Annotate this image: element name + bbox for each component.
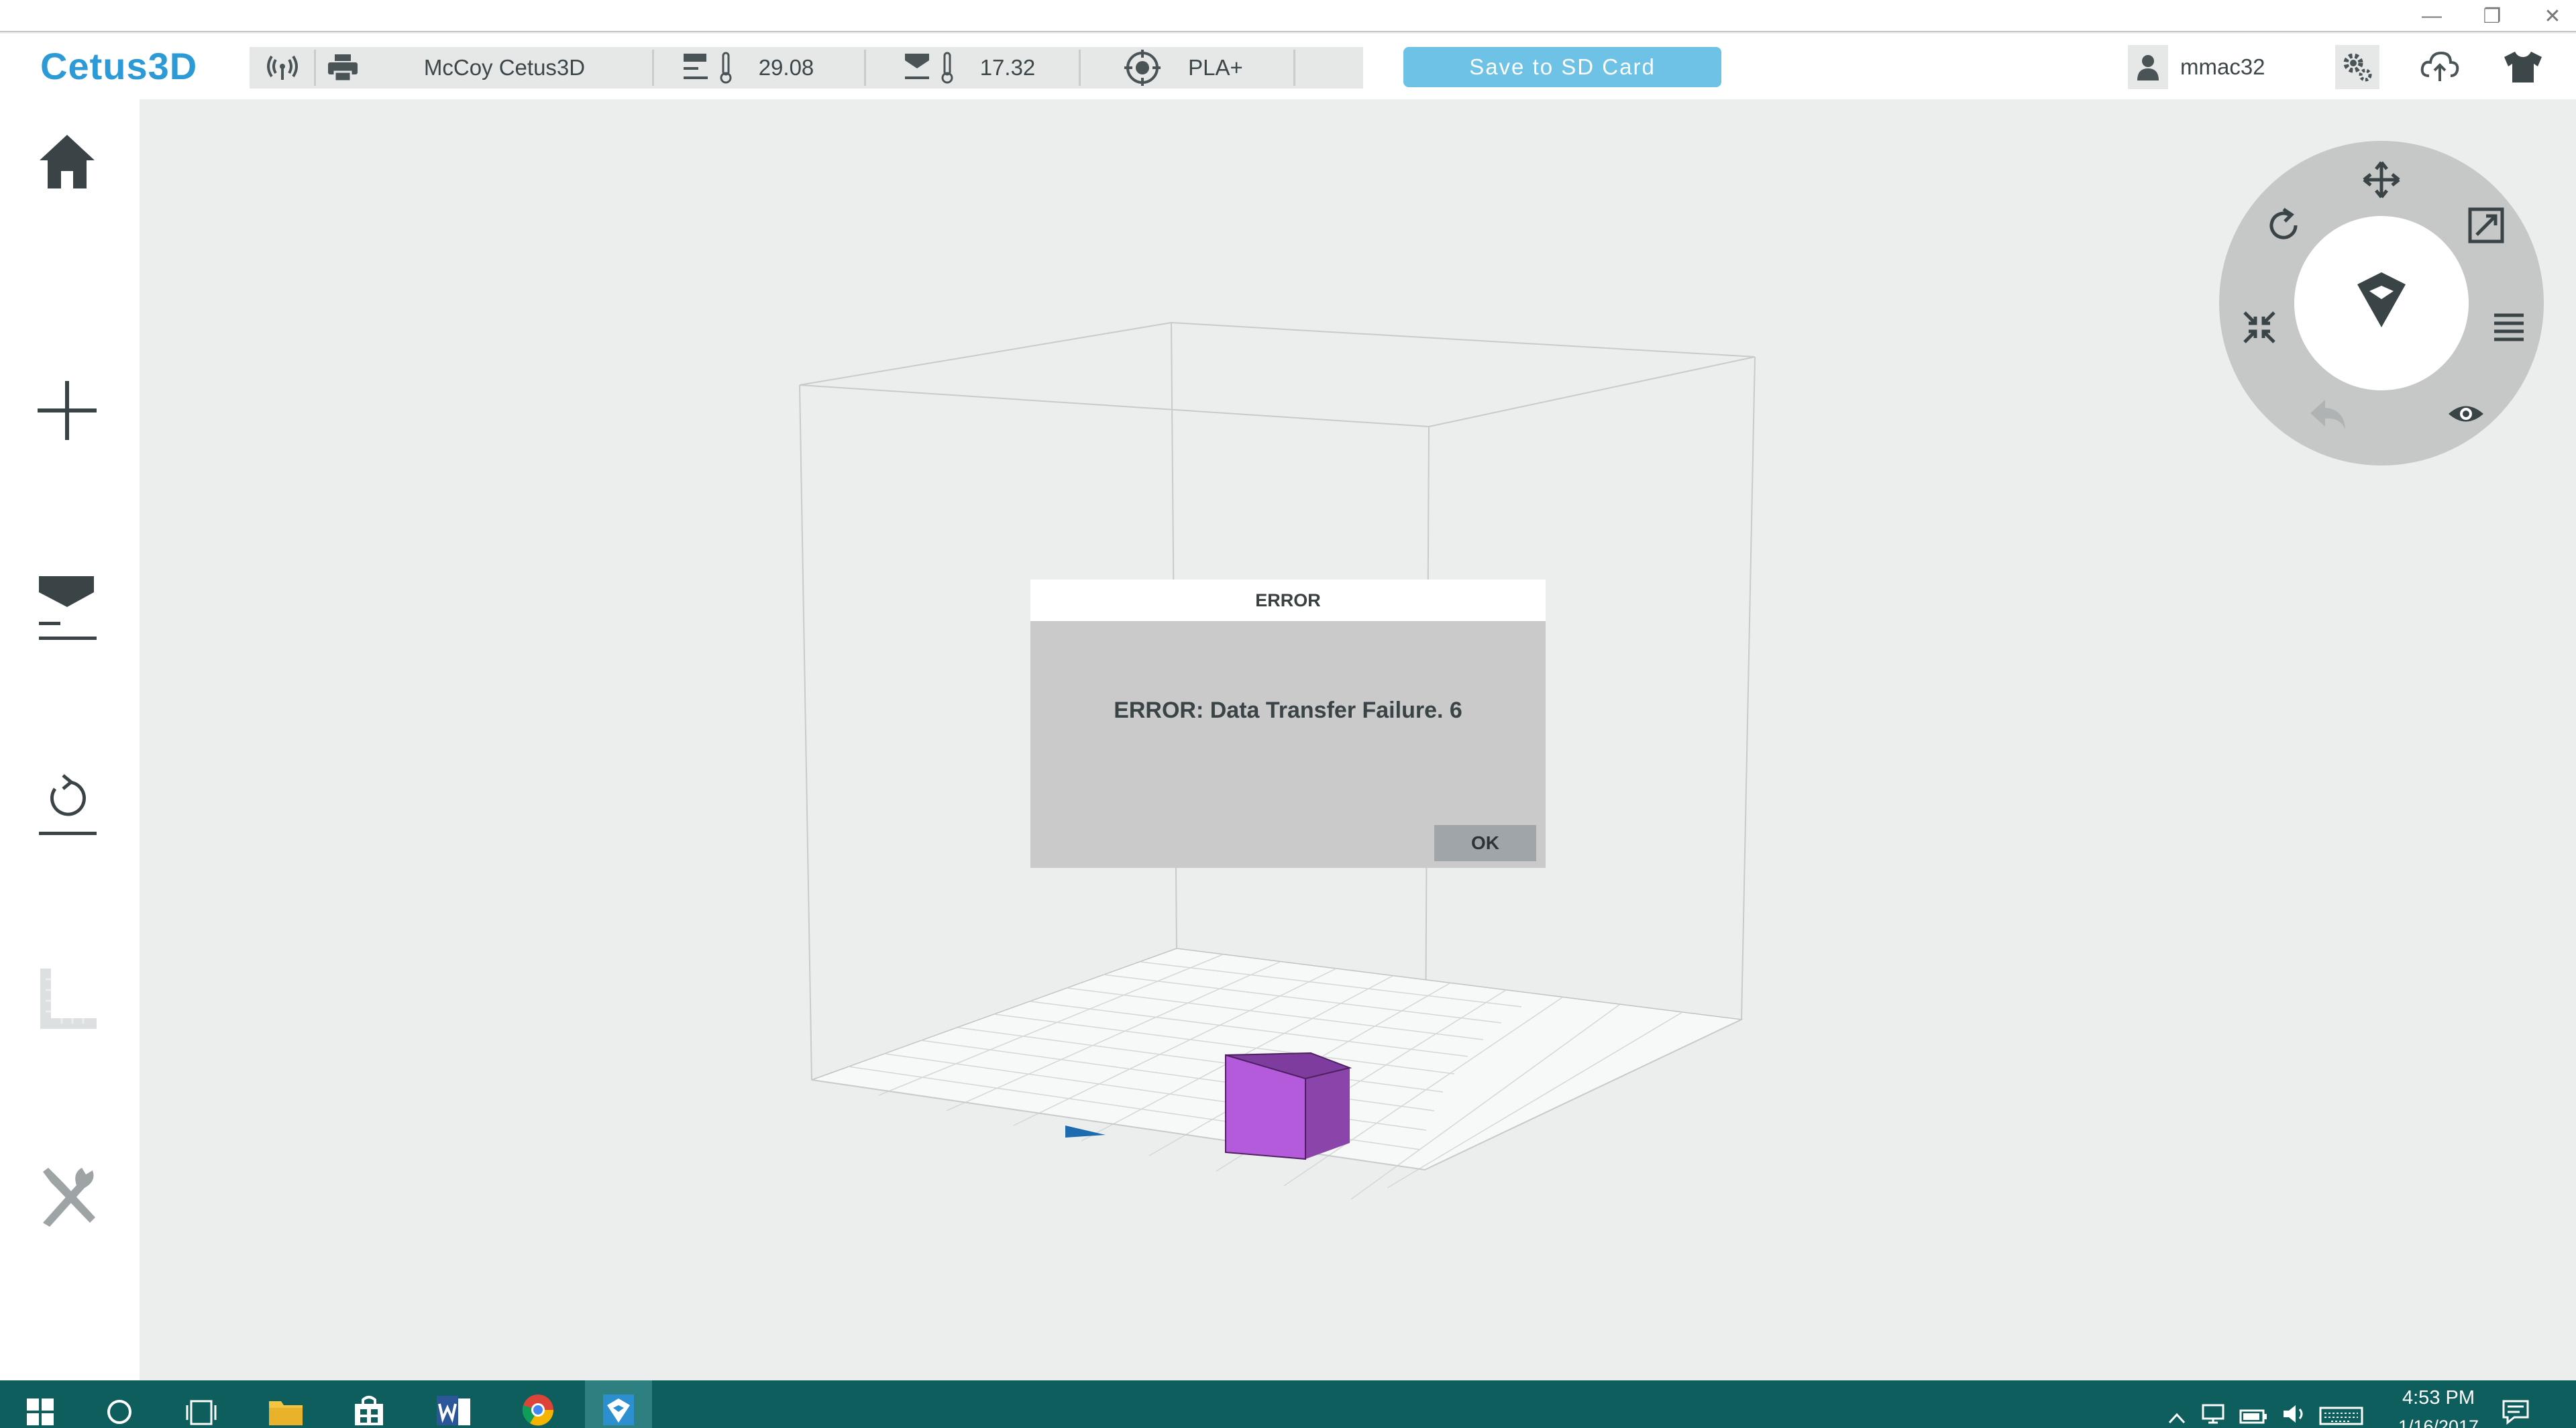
windows-taskbar: 4:53 PM 1/16/2017: [0, 1380, 2576, 1428]
windows-start-icon[interactable]: [7, 1380, 74, 1428]
dialog-message: ERROR: Data Transfer Failure. 6: [1114, 697, 1462, 723]
tshirt-icon[interactable]: [2501, 45, 2545, 89]
taskbar-clock-date[interactable]: 1/16/2017: [2375, 1417, 2502, 1428]
eye-view-icon[interactable]: [2446, 397, 2486, 431]
nozzle-icon: [900, 47, 934, 89]
file-explorer-icon[interactable]: [252, 1380, 319, 1428]
view-cube-icon[interactable]: [2355, 270, 2408, 330]
action-center-icon[interactable]: [2501, 1380, 2530, 1428]
menu-list-icon[interactable]: [2490, 309, 2528, 346]
user-icon[interactable]: [2128, 45, 2168, 89]
close-button[interactable]: ✕: [2516, 0, 2576, 32]
left-sidebar: [0, 99, 140, 1380]
printer-icon: [322, 47, 364, 89]
settings-gear-icon[interactable]: [2335, 45, 2379, 89]
bed-icon: [679, 47, 712, 89]
brand-logo: Cetus3D: [40, 45, 198, 87]
volume-icon[interactable]: [2274, 1403, 2314, 1425]
move-arrows-icon[interactable]: [2361, 160, 2402, 200]
error-dialog: ERROR ERROR: Data Transfer Failure. 6 OK: [1030, 580, 1546, 868]
home-icon[interactable]: [27, 121, 107, 201]
measure-ruler-icon: [27, 959, 107, 1040]
printer-name: McCoy Cetus3D: [423, 55, 586, 80]
printer-status-bar: McCoy Cetus3D 29.08 17.32 PLA+: [250, 47, 1363, 89]
battery-icon[interactable]: [2234, 1405, 2274, 1425]
print-layer-icon[interactable]: [27, 567, 107, 647]
store-icon[interactable]: [335, 1380, 402, 1428]
add-model-icon[interactable]: [27, 370, 107, 451]
bed-temperature: 29.08: [758, 55, 814, 80]
cube-model[interactable]: [1225, 1052, 1352, 1160]
rotate-reset-icon[interactable]: [27, 763, 107, 844]
network-icon[interactable]: [2194, 1403, 2234, 1425]
ok-button[interactable]: OK: [1434, 825, 1536, 861]
cetus3d-taskbar-icon[interactable]: [585, 1380, 652, 1428]
taskbar-clock-time[interactable]: 4:53 PM: [2375, 1387, 2502, 1409]
collapse-arrows-icon[interactable]: [2241, 309, 2278, 346]
target-icon: [1122, 47, 1163, 89]
dialog-title: ERROR: [1030, 580, 1546, 621]
scale-icon[interactable]: [2466, 205, 2506, 245]
material-type[interactable]: PLA+: [1175, 47, 1256, 89]
save-to-sd-card-button[interactable]: Save to SD Card: [1403, 47, 1721, 87]
undo-arrow-icon: [2308, 394, 2348, 432]
nozzle-temperature: 17.32: [979, 55, 1036, 80]
wifi-signal-icon[interactable]: [262, 47, 303, 89]
word-icon[interactable]: [420, 1380, 487, 1428]
rotate-icon[interactable]: [2263, 205, 2304, 245]
system-tray: [2160, 1380, 2368, 1428]
cloud-upload-icon[interactable]: [2418, 45, 2462, 89]
chevron-up-icon[interactable]: [2160, 1412, 2194, 1425]
username[interactable]: mmac32: [2180, 51, 2265, 83]
view-navigation-wheel[interactable]: [2219, 141, 2544, 465]
task-view-icon[interactable]: [168, 1380, 235, 1428]
thermometer-icon: [712, 47, 739, 89]
window-titlebar: — ❐ ✕: [0, 0, 2576, 32]
keyboard-icon[interactable]: [2314, 1405, 2368, 1425]
app-toolbar: Cetus3D McCoy Cetus3D 29.08 17.32 PLA+ S…: [0, 34, 2576, 99]
cortana-search-icon[interactable]: [86, 1380, 153, 1428]
tools-wrench-icon[interactable]: [27, 1156, 107, 1236]
thermometer-icon: [934, 47, 961, 89]
chrome-icon[interactable]: [504, 1380, 572, 1428]
